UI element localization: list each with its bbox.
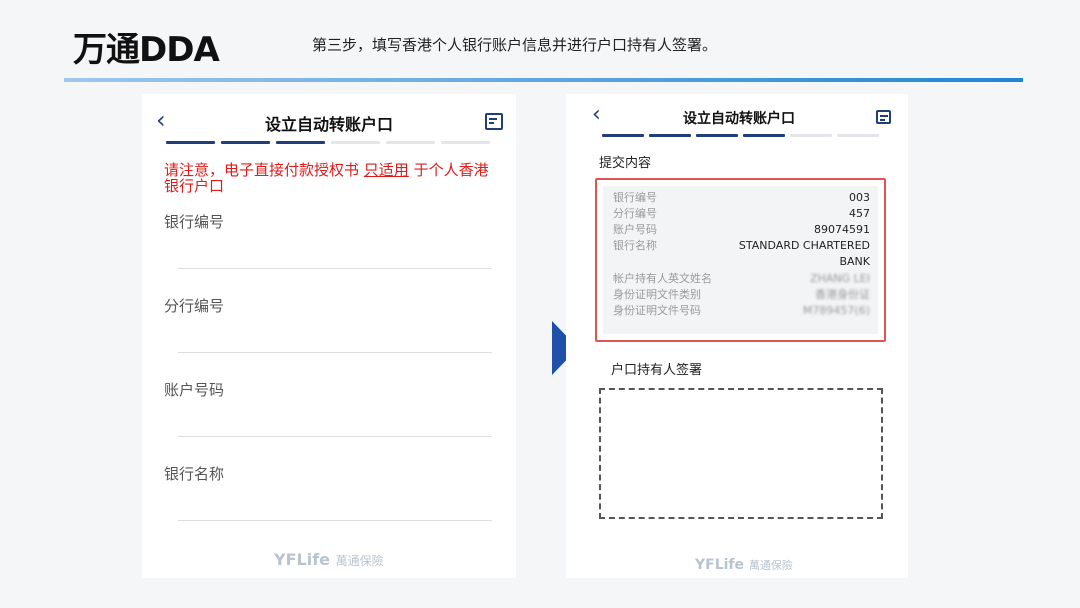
bank-code-label: 银行编号 — [164, 213, 225, 231]
step-5 — [790, 134, 832, 137]
step-4 — [743, 134, 785, 137]
step-1 — [602, 134, 644, 137]
summary-value: BANK — [839, 255, 870, 268]
summary-label: 账户号码 — [613, 223, 657, 236]
slide-subtitle: 第三步，填写香港个人银行账户信息并进行户口持有人签署。 — [312, 36, 718, 54]
yflife-logo: YFLife 萬通保險 — [695, 557, 793, 573]
bank-info-form-screen: ‹ 设立自动转账户口 请注意，电子直接付款授权书 只适用 于个人香港银行户口 银… — [142, 94, 516, 578]
summary-value-redacted: ZHANG LEI — [810, 272, 870, 285]
document-icon[interactable] — [485, 113, 503, 130]
summary-value: 89074591 — [814, 223, 870, 236]
slide-title: 万通DDA — [73, 30, 220, 70]
bank-code-input[interactable] — [178, 268, 492, 269]
logo-latin: YFLife — [695, 557, 745, 573]
summary-value-redacted: M789457(6) — [802, 304, 870, 317]
signature-screen: ‹ 设立自动转账户口 提交内容 银行编号 003 分行编号 457 账户号码 8907… — [566, 94, 908, 578]
nav-title: 设立自动转账户口 — [264, 115, 393, 134]
step-3 — [276, 141, 325, 144]
step-3 — [696, 134, 738, 137]
step-2 — [221, 141, 270, 144]
signature-pad[interactable] — [599, 388, 883, 519]
step-1 — [166, 141, 215, 144]
branch-code-input[interactable] — [178, 352, 492, 353]
notice-link[interactable]: 只适用 — [364, 161, 409, 179]
submitted-summary-highlight: 银行编号 003 分行编号 457 账户号码 89074591 银行名称 STANDAR… — [595, 178, 886, 342]
step-5 — [386, 141, 435, 144]
yflife-logo: YFLife 萬通保險 — [274, 550, 384, 569]
nav-title: 设立自动转账户口 — [683, 111, 795, 127]
summary-label: 身份证明文件号码 — [613, 304, 701, 317]
document-icon[interactable] — [876, 110, 891, 124]
personal-account-notice: 请注意，电子直接付款授权书 只适用 于个人香港银行户口 — [164, 162, 494, 194]
bank-name-label: 银行名称 — [164, 465, 225, 483]
logo-chinese: 萬通保險 — [748, 559, 793, 572]
title-divider — [64, 78, 1023, 82]
summary-label: 身份证明文件类别 — [613, 288, 701, 301]
step-progress — [602, 134, 879, 137]
step-4 — [331, 141, 380, 144]
step-6 — [837, 134, 879, 137]
summary-value: 457 — [849, 207, 870, 220]
logo-chinese: 萬通保險 — [335, 554, 384, 568]
summary-label: 银行编号 — [613, 191, 657, 204]
logo-latin: YFLife — [274, 550, 331, 569]
account-number-label: 账户号码 — [164, 381, 225, 399]
signature-label: 户口持有人签署 — [611, 363, 703, 378]
summary-value-redacted: 香港身份证 — [815, 288, 870, 301]
account-number-input[interactable] — [178, 436, 492, 437]
summary-value: 003 — [849, 191, 870, 204]
summary-label: 银行名称 — [613, 239, 657, 252]
submitted-summary: 银行编号 003 分行编号 457 账户号码 89074591 银行名称 STANDAR… — [603, 186, 878, 334]
summary-label: 分行编号 — [613, 207, 657, 220]
bank-name-input[interactable] — [178, 520, 492, 521]
step-2 — [649, 134, 691, 137]
step-6 — [441, 141, 490, 144]
branch-code-label: 分行编号 — [164, 297, 225, 315]
submitted-content-title: 提交内容 — [599, 156, 652, 171]
summary-value: STANDARD CHARTERED — [738, 239, 870, 252]
summary-label: 帐户持有人英文姓名 — [613, 272, 712, 285]
step-progress — [166, 141, 490, 144]
